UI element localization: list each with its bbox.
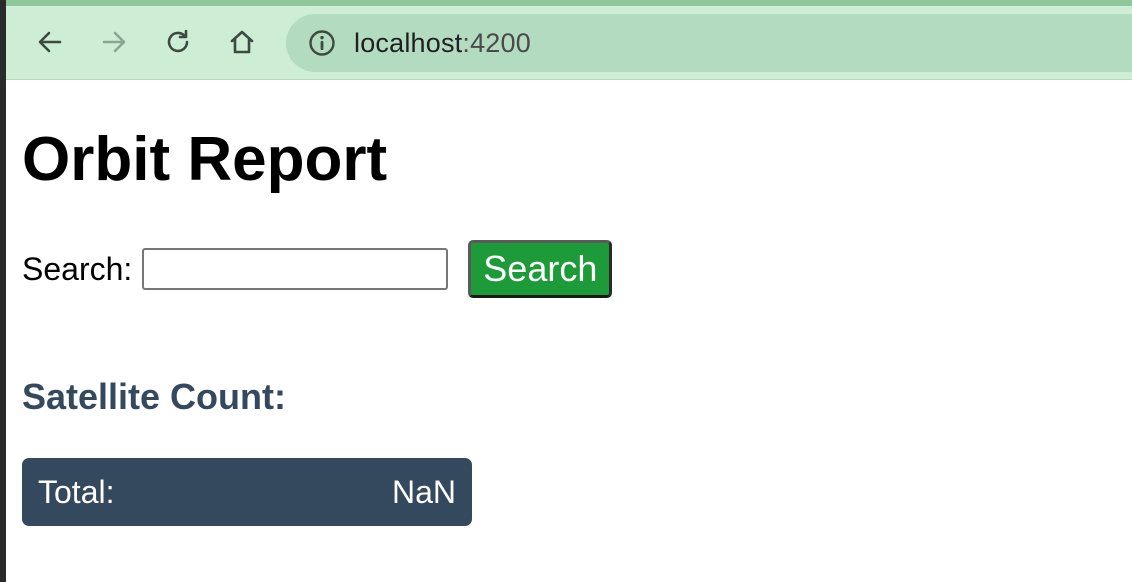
reload-icon <box>167 29 189 53</box>
forward-button[interactable] <box>94 22 134 62</box>
search-row: Search: Search <box>22 240 613 298</box>
total-label: Total: <box>38 473 115 510</box>
home-button[interactable] <box>222 22 262 62</box>
search-label: Search: <box>22 250 133 287</box>
url-port: :4200 <box>462 27 531 58</box>
browser-toolbar: localhost:4200 <box>6 0 1132 80</box>
window-edge <box>0 0 6 582</box>
reload-button[interactable] <box>158 22 198 62</box>
total-value: NaN <box>391 473 456 510</box>
url-text: localhost:4200 <box>354 28 531 59</box>
arrow-left-icon <box>38 31 62 53</box>
info-icon[interactable] <box>308 29 336 57</box>
url-host: localhost <box>354 27 463 58</box>
arrow-right-icon <box>102 31 126 53</box>
total-count-box: Total: NaN <box>22 458 472 526</box>
back-button[interactable] <box>30 22 70 62</box>
search-button[interactable]: Search <box>468 240 613 298</box>
satellite-count-heading: Satellite Count: <box>22 376 287 417</box>
home-icon <box>230 30 254 54</box>
address-bar[interactable]: localhost:4200 <box>286 14 1132 72</box>
page-title: Orbit Report <box>22 125 388 194</box>
search-input[interactable] <box>142 248 449 290</box>
browser-window: localhost:4200 Orbit Report Search: Sear… <box>0 0 1132 582</box>
